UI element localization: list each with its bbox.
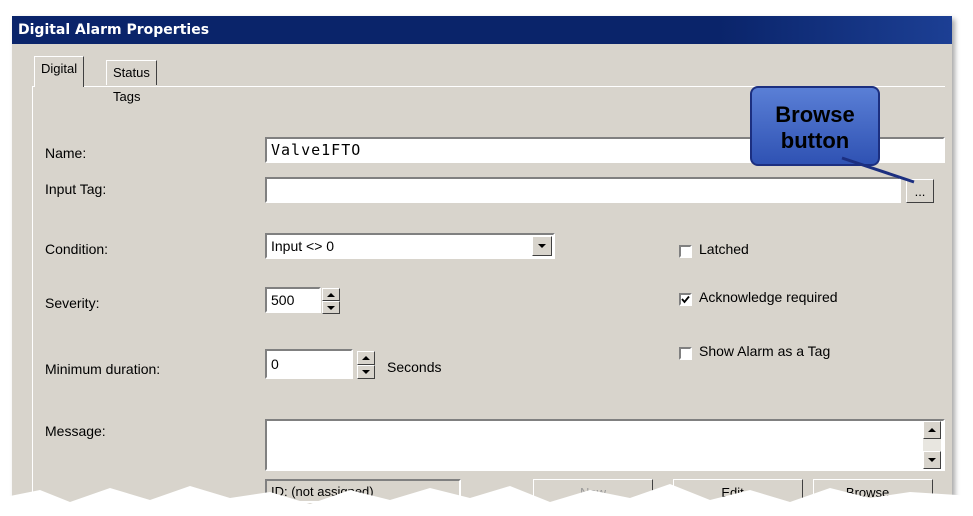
min-duration-label: Minimum duration: — [45, 361, 161, 377]
show-alarm-as-tag-checkbox[interactable] — [679, 347, 692, 360]
message-label: Message: — [45, 423, 106, 439]
latched-checkbox[interactable] — [679, 245, 692, 258]
scroll-down-button[interactable] — [923, 451, 941, 469]
name-value: Valve1FTO — [271, 141, 362, 159]
arrow-up-icon — [327, 292, 335, 297]
scroll-up-button[interactable] — [923, 421, 941, 439]
arrow-down-icon — [362, 370, 370, 374]
tab-status-tags[interactable]: Status Tags — [106, 60, 157, 104]
callout-line-2: button — [780, 128, 850, 153]
condition-value: Input <> 0 — [271, 238, 335, 254]
severity-spin-down[interactable] — [322, 301, 340, 314]
browse-button-callout: Browse button — [750, 86, 880, 166]
severity-spinner[interactable] — [322, 288, 340, 314]
arrow-down-icon — [327, 305, 335, 310]
latched-label: Latched — [699, 241, 749, 257]
name-label: Name: — [45, 145, 87, 161]
min-duration-value: 0 — [271, 356, 279, 372]
title-bar: Digital Alarm Properties — [12, 16, 952, 44]
acknowledge-required-label: Acknowledge required — [699, 289, 838, 305]
severity-spin-up[interactable] — [322, 288, 340, 301]
message-scrollbar[interactable] — [923, 421, 941, 469]
arrow-down-icon — [928, 458, 936, 462]
min-duration-spin-up[interactable] — [357, 351, 375, 365]
severity-field[interactable]: 500 — [265, 287, 321, 313]
condition-dropdown-button[interactable] — [532, 236, 552, 256]
chevron-down-icon — [538, 244, 546, 248]
message-field[interactable] — [265, 419, 945, 471]
condition-select[interactable]: Input <> 0 — [265, 233, 555, 259]
input-tag-label: Input Tag: — [45, 181, 107, 197]
min-duration-spinner[interactable] — [357, 351, 375, 379]
callout-line-1: Browse — [775, 102, 855, 127]
callout-pointer — [841, 156, 915, 184]
severity-label: Severity: — [45, 295, 100, 311]
show-alarm-as-tag-label: Show Alarm as a Tag — [699, 343, 831, 359]
condition-label: Condition: — [45, 241, 109, 257]
window-title: Digital Alarm Properties — [18, 22, 210, 38]
digital-alarm-properties-window: Digital Alarm Properties Digital Status … — [12, 16, 952, 512]
min-duration-field[interactable]: 0 — [265, 349, 353, 379]
arrow-up-icon — [362, 356, 370, 360]
seconds-label: Seconds — [387, 359, 442, 375]
input-tag-field[interactable] — [265, 177, 901, 203]
torn-edge-decoration — [0, 484, 973, 516]
checkmark-icon — [681, 295, 690, 304]
min-duration-spin-down[interactable] — [357, 365, 375, 379]
tab-digital[interactable]: Digital — [34, 56, 85, 87]
severity-value: 500 — [271, 292, 295, 308]
acknowledge-required-checkbox[interactable] — [679, 293, 692, 306]
arrow-up-icon — [928, 428, 936, 432]
